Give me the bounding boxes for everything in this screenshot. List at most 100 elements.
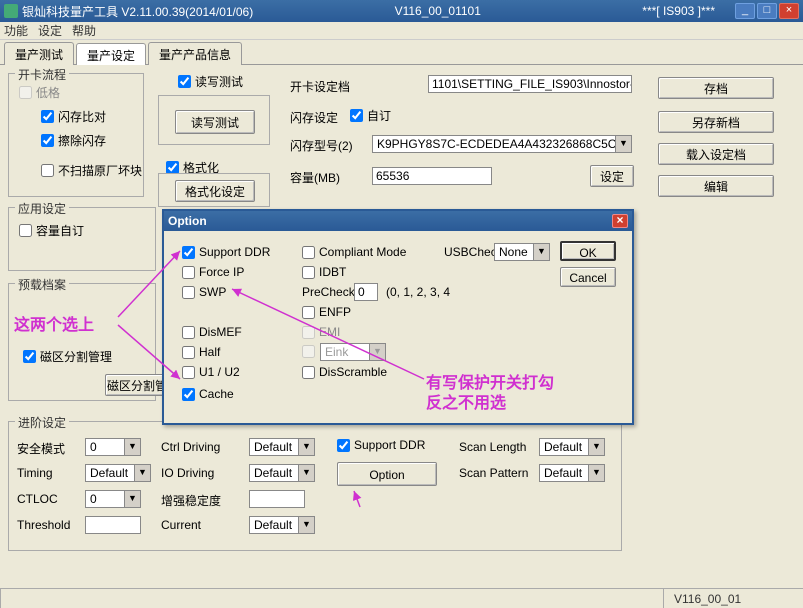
timing-select[interactable]: Default▼: [85, 464, 151, 482]
lbl-capacity: 容量(MB): [290, 169, 340, 186]
ctrl-drv-select[interactable]: Default▼: [249, 438, 315, 456]
close-button[interactable]: ×: [779, 3, 799, 19]
chk-cap-custom[interactable]: 容量自订: [19, 222, 84, 239]
flash-model-select[interactable]: K9PHGY8S7C-ECDEDEA4A432326868C5C5-8 ▼: [372, 135, 632, 153]
usbcheck-select[interactable]: None▼: [494, 243, 550, 261]
load-button[interactable]: 载入设定档: [658, 143, 774, 165]
chevron-down-icon: ▼: [298, 439, 314, 455]
chk-half[interactable]: Half: [182, 345, 220, 359]
ctloc-select[interactable]: 0▼: [85, 490, 141, 508]
tab-info[interactable]: 量产产品信息: [148, 42, 242, 65]
gain-field[interactable]: [249, 490, 305, 508]
group-app: 应用设定 容量自订: [8, 207, 156, 271]
chk-disk-mgr[interactable]: 磁区分割管理: [23, 348, 112, 365]
menubar: 功能 设定 帮助: [0, 22, 803, 40]
chk-adv-support-ddr[interactable]: Support DDR: [337, 438, 425, 452]
chk-custom[interactable]: 自订: [350, 107, 391, 124]
option-close-icon[interactable]: ×: [612, 214, 628, 228]
chk-no-scan-bad[interactable]: 不扫描原厂坏块: [41, 162, 142, 179]
chk-enfp[interactable]: ENFP: [302, 305, 351, 319]
chk-force-ip[interactable]: Force IP: [182, 265, 244, 279]
edit-button[interactable]: 编辑: [658, 175, 774, 197]
set-button[interactable]: 设定: [590, 165, 634, 187]
save-button[interactable]: 存档: [658, 77, 774, 99]
client-area: 开卡流程 低格 闪存比对 擦除闪存 不扫描原厂坏块 读写测试 读写测试 格式化 …: [0, 65, 803, 591]
chk-u1-u2[interactable]: U1 / U2: [182, 365, 240, 379]
config-path[interactable]: 1101\SETTING_FILE_IS903\Innostor-Setup.i…: [428, 75, 632, 93]
chk-dismef[interactable]: DisMEF: [182, 325, 242, 339]
disk-mgr-button[interactable]: 磁区分割管: [105, 374, 169, 396]
group-advanced: 进阶设定 安全模式 0▼ Timing Default▼ CTLOC 0▼ Th…: [8, 421, 622, 551]
option-button[interactable]: Option: [337, 462, 437, 486]
chk-emi: EMI: [302, 325, 340, 339]
group-preload: 预载档案 磁区分割管理 磁区分割管: [8, 283, 156, 401]
scan-len-select[interactable]: Default▼: [539, 438, 605, 456]
chevron-down-icon: ▼: [588, 465, 604, 481]
status-cell-1: [0, 589, 663, 608]
rw-test-button[interactable]: 读写测试: [175, 110, 255, 134]
chk-support-ddr[interactable]: Support DDR: [182, 245, 270, 259]
eink-select: Eink▼: [320, 343, 386, 361]
chevron-down-icon: ▼: [134, 465, 150, 481]
chk-disscramble[interactable]: DisScramble: [302, 365, 387, 379]
chk-eink: [302, 345, 315, 358]
chevron-down-icon: ▼: [298, 465, 314, 481]
lbl-flash-cfg: 闪存设定: [290, 109, 338, 126]
lbl-timing: Timing: [17, 466, 53, 480]
menu-help[interactable]: 帮助: [72, 22, 96, 39]
lbl-ctrl-drv: Ctrl Driving: [161, 440, 220, 454]
app-icon: [4, 4, 18, 18]
tab-settings[interactable]: 量产设定: [76, 43, 146, 66]
scan-pat-select[interactable]: Default▼: [539, 464, 605, 482]
chk-flash-compare[interactable]: 闪存比对: [41, 108, 106, 125]
io-drv-select[interactable]: Default▼: [249, 464, 315, 482]
lbl-flash-model: 闪存型号(2): [290, 137, 353, 154]
save-as-button[interactable]: 另存新档: [658, 111, 774, 133]
capacity-field[interactable]: 65536: [372, 167, 492, 185]
group-preload-legend: 预载档案: [15, 276, 69, 293]
chk-compliant[interactable]: Compliant Mode: [302, 245, 406, 259]
lbl-precheck: PreCheck: [302, 285, 355, 299]
chk-cache[interactable]: Cache: [182, 387, 234, 401]
cancel-button[interactable]: Cancel: [560, 267, 616, 287]
lbl-scan-pat: Scan Pattern: [459, 466, 528, 480]
chk-idbt[interactable]: IDBT: [302, 265, 346, 279]
chevron-down-icon: ▼: [588, 439, 604, 455]
current-select[interactable]: Default▼: [249, 516, 315, 534]
lbl-threshold: Threshold: [17, 518, 70, 532]
group-rw: 读写测试: [158, 95, 270, 145]
group-format: 格式化设定: [158, 173, 270, 207]
group-flow-legend: 开卡流程: [15, 66, 69, 83]
title-text: 银灿科技量产工具 V2.11.00.39(2014/01/06): [22, 3, 253, 20]
chevron-down-icon: ▼: [615, 136, 631, 152]
chevron-down-icon: ▼: [124, 439, 140, 455]
title-right: ***[ IS903 ]***: [642, 4, 715, 18]
tabs: 量产测试 量产设定 量产产品信息: [0, 40, 803, 65]
chk-swp[interactable]: SWP: [182, 285, 226, 299]
safe-mode-select[interactable]: 0▼: [85, 438, 141, 456]
lbl-gain: 增强稳定度: [161, 492, 221, 509]
minimize-button[interactable]: _: [735, 3, 755, 19]
maximize-button[interactable]: □: [757, 3, 777, 19]
option-dialog: Option × Support DDR Force IP SWP DisMEF…: [162, 209, 634, 425]
chk-rw-test[interactable]: 读写测试: [178, 73, 243, 90]
lbl-ctloc: CTLOC: [17, 492, 58, 506]
chevron-down-icon: ▼: [298, 517, 314, 533]
lbl-config: 开卡设定档: [290, 78, 350, 95]
chk-erase-flash[interactable]: 擦除闪存: [41, 132, 106, 149]
menu-settings[interactable]: 设定: [38, 22, 62, 39]
ok-button[interactable]: OK: [560, 241, 616, 261]
lbl-scan-len: Scan Length: [459, 440, 526, 454]
option-titlebar: Option ×: [164, 211, 632, 231]
threshold-field[interactable]: [85, 516, 141, 534]
lbl-current: Current: [161, 518, 201, 532]
chevron-down-icon: ▼: [369, 344, 385, 360]
tab-test[interactable]: 量产测试: [4, 42, 74, 65]
titlebar: 银灿科技量产工具 V2.11.00.39(2014/01/06) V116_00…: [0, 0, 803, 22]
menu-function[interactable]: 功能: [4, 22, 28, 39]
chevron-down-icon: ▼: [533, 244, 549, 260]
format-button[interactable]: 格式化设定: [175, 180, 255, 202]
precheck-field[interactable]: 0: [354, 283, 378, 301]
lbl-safe-mode: 安全模式: [17, 440, 65, 457]
chk-low-grid: 低格: [19, 84, 60, 101]
